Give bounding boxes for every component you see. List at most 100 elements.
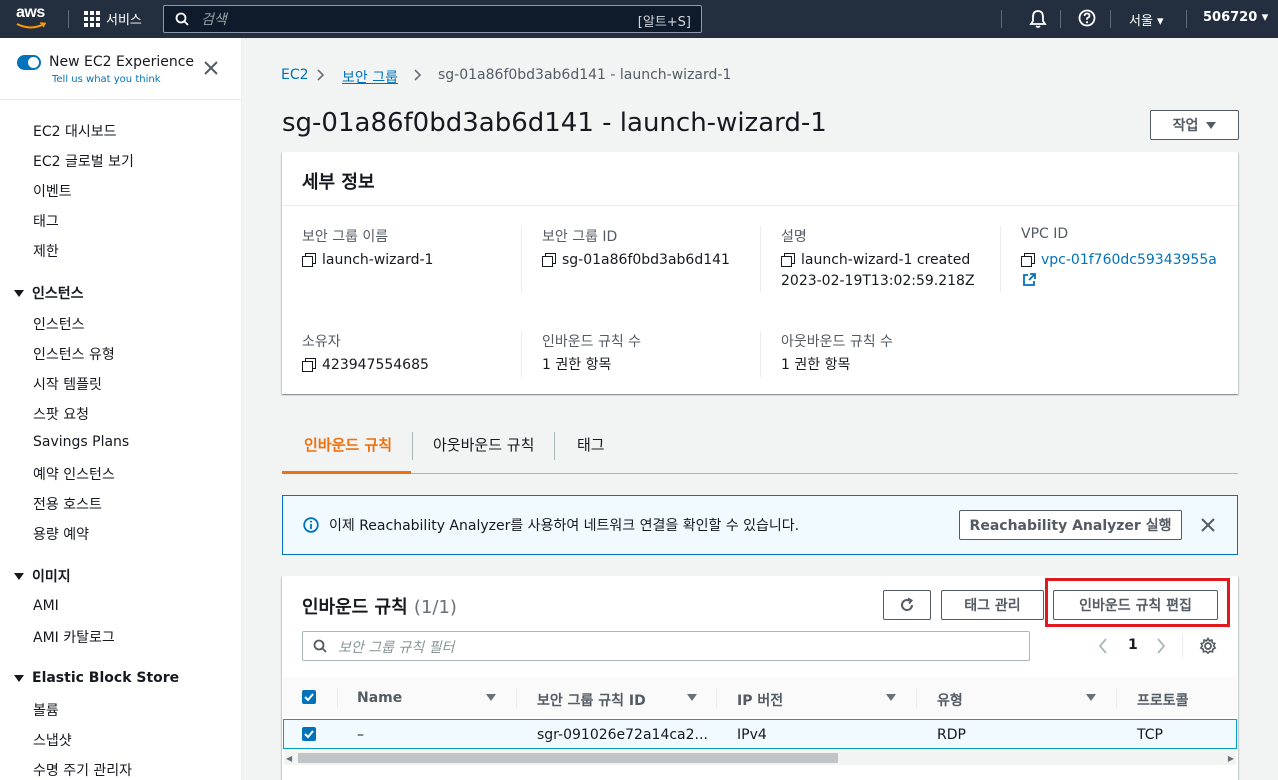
region-selector[interactable]: 서울 ▾: [1129, 10, 1164, 29]
close-icon[interactable]: [204, 61, 218, 75]
sidebar-item-reserved-instances[interactable]: 예약 인스턴스: [33, 464, 115, 484]
chevron-right-icon: [414, 69, 422, 81]
tab-tags[interactable]: 태그: [577, 434, 605, 455]
sidebar-item-dashboard[interactable]: EC2 대시보드: [33, 121, 117, 141]
refresh-button[interactable]: [883, 590, 931, 620]
feedback-link[interactable]: Tell us what you think: [52, 74, 161, 85]
copy-icon[interactable]: [302, 253, 316, 267]
column-header-protocol[interactable]: 프로토콜: [1137, 690, 1189, 710]
row-checkbox[interactable]: [302, 727, 316, 741]
details-header: 세부 정보: [302, 172, 375, 193]
sidebar-item-ami-catalog[interactable]: AMI 카탈로그: [33, 627, 115, 647]
breadcrumb-current: sg-01a86f0bd3ab6d141 - launch-wizard-1: [438, 67, 732, 83]
chevron-right-icon[interactable]: [1156, 638, 1166, 654]
top-navigation-bar: aws 서비스 검색 [알트+S] 서울 ▾ 506720 ▾: [0, 0, 1278, 38]
highlight-box: [1045, 578, 1230, 627]
sidebar-item-limits[interactable]: 제한: [33, 241, 59, 261]
sidebar-item-instance-types[interactable]: 인스턴스 유형: [33, 344, 115, 364]
sort-icon[interactable]: [886, 694, 896, 701]
sg-id-label: 보안 그룹 ID: [542, 229, 618, 245]
sidebar-item-capacity-reservations[interactable]: 용량 예약: [33, 524, 89, 544]
scrollbar-thumb[interactable]: [298, 753, 838, 763]
caret-down-icon: [14, 674, 24, 682]
sidebar-item-snapshots[interactable]: 스냅샷: [33, 730, 72, 750]
copy-icon[interactable]: [542, 253, 556, 267]
sidebar-item-events[interactable]: 이벤트: [33, 181, 72, 201]
global-search-input[interactable]: 검색 [알트+S]: [163, 5, 702, 33]
breadcrumb-security-groups[interactable]: 보안 그룹: [342, 67, 398, 87]
description-value: launch-wizard-1 created: [781, 249, 970, 271]
column-header-rule-id[interactable]: 보안 그룹 규칙 ID: [537, 690, 646, 710]
sidebar-section-images[interactable]: 이미지: [14, 566, 71, 586]
sidebar-item-launch-templates[interactable]: 시작 템플릿: [33, 374, 102, 394]
sidebar-item-tags[interactable]: 태그: [33, 211, 59, 231]
description-timestamp: 2023-02-19T13:02:59.218Z: [781, 273, 975, 289]
sidebar-item-ami[interactable]: AMI: [33, 598, 59, 614]
sidebar-item-spot-requests[interactable]: 스팟 요청: [33, 404, 89, 424]
sort-icon[interactable]: [687, 694, 697, 701]
rules-filter-input[interactable]: 보안 그룹 규칙 필터: [302, 631, 1030, 661]
column-header-type[interactable]: 유형: [937, 690, 963, 710]
sidebar-item-lifecycle-manager[interactable]: 수명 주기 관리자: [33, 760, 132, 780]
column-header-ip-version[interactable]: IP 버전: [737, 690, 783, 710]
sidebar-section-instances[interactable]: 인스턴스: [14, 283, 84, 303]
outbound-count-value: 1 권한 항목: [781, 357, 851, 373]
aws-logo[interactable]: aws: [16, 4, 52, 32]
filter-placeholder: 보안 그룹 규칙 필터: [338, 640, 455, 656]
cell-type: RDP: [937, 727, 966, 743]
sidebar-item-volumes[interactable]: 볼륨: [33, 700, 59, 720]
sidebar-item-savings-plans[interactable]: Savings Plans: [33, 434, 129, 450]
sg-id-value: sg-01a86f0bd3ab6d141: [542, 249, 730, 271]
inbound-count-value: 1 권한 항목: [542, 357, 612, 373]
bell-icon[interactable]: [1029, 9, 1047, 29]
caret-down-icon: [14, 289, 24, 297]
copy-icon[interactable]: [302, 358, 316, 372]
manage-tags-button[interactable]: 태그 관리: [941, 590, 1044, 620]
external-link-icon[interactable]: [1022, 273, 1036, 287]
sort-icon[interactable]: [486, 694, 496, 701]
help-icon[interactable]: [1078, 9, 1096, 27]
new-experience-label: New EC2 Experience: [49, 54, 195, 70]
chevron-left-icon[interactable]: [1098, 638, 1108, 654]
page-title: sg-01a86f0bd3ab6d141 - launch-wizard-1: [282, 108, 827, 138]
actions-button[interactable]: 작업: [1150, 110, 1239, 140]
inbound-count-label: 인바운드 규칙 수: [542, 334, 642, 350]
sg-name-value: launch-wizard-1: [302, 249, 433, 271]
search-icon: [313, 639, 327, 653]
reachability-analyzer-button[interactable]: Reachability Analyzer 실행: [959, 510, 1182, 540]
page-number[interactable]: 1: [1128, 637, 1138, 653]
tab-outbound-rules[interactable]: 아웃바운드 규칙: [433, 434, 534, 455]
close-icon[interactable]: [1201, 518, 1215, 532]
services-menu[interactable]: 서비스: [84, 9, 142, 28]
services-label: 서비스: [106, 13, 142, 28]
copy-icon[interactable]: [781, 253, 795, 267]
owner-value: 423947554685: [302, 354, 429, 376]
sidebar-item-dedicated-hosts[interactable]: 전용 호스트: [33, 494, 102, 514]
horizontal-scrollbar[interactable]: ◀ ▶: [284, 751, 1236, 765]
vpc-id-link[interactable]: vpc-01f760dc59343955a: [1041, 249, 1217, 271]
caret-down-icon: [14, 572, 24, 580]
copy-icon[interactable]: [1021, 253, 1035, 267]
account-menu[interactable]: 506720 ▾: [1203, 10, 1268, 25]
select-all-checkbox[interactable]: [302, 690, 316, 704]
breadcrumb-ec2[interactable]: EC2: [281, 67, 309, 83]
info-icon: [303, 517, 319, 533]
search-shortcut: [알트+S]: [637, 15, 691, 30]
chevron-right-icon: [317, 69, 325, 81]
cell-name: –: [357, 727, 364, 743]
column-header-name[interactable]: Name: [357, 690, 402, 706]
sidebar-item-instances[interactable]: 인스턴스: [33, 314, 85, 334]
cell-protocol: TCP: [1137, 727, 1163, 743]
sort-icon[interactable]: [1086, 694, 1096, 701]
info-banner-text: 이제 Reachability Analyzer를 사용하여 네트워크 연결을 …: [329, 518, 800, 534]
sidebar-section-ebs[interactable]: Elastic Block Store: [14, 670, 179, 686]
tab-inbound-rules[interactable]: 인바운드 규칙: [304, 434, 392, 455]
grid-icon: [84, 10, 100, 27]
new-experience-toggle[interactable]: [17, 55, 41, 70]
tab-bar: 인바운드 규칙 아웃바운드 규칙 태그: [282, 420, 1238, 474]
refresh-icon: [901, 597, 914, 611]
info-banner: 이제 Reachability Analyzer를 사용하여 네트워크 연결을 …: [282, 495, 1238, 555]
search-placeholder: 검색: [201, 12, 227, 28]
settings-icon[interactable]: [1199, 637, 1217, 655]
sidebar-item-global-view[interactable]: EC2 글로벌 보기: [33, 151, 134, 171]
